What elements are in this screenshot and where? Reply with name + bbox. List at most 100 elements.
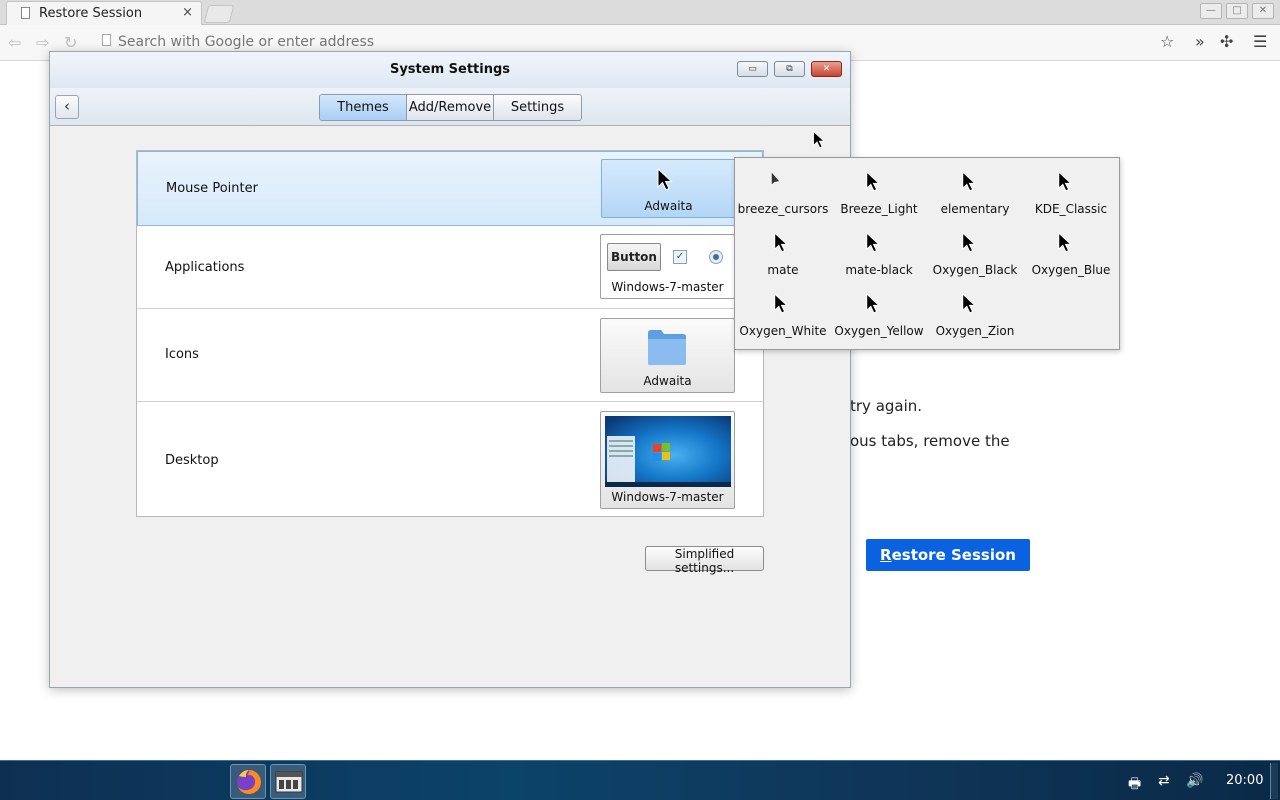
cursor-arrow-icon xyxy=(770,170,781,187)
tab-settings[interactable]: Settings xyxy=(494,95,581,120)
row-mouse-pointer[interactable]: Mouse Pointer Adwaita xyxy=(137,151,763,226)
cursor-arrow-icon xyxy=(962,293,976,314)
mouse-pointer-theme-button[interactable]: Adwaita xyxy=(601,159,736,218)
cursor-arrow-icon xyxy=(1058,232,1072,253)
printer-icon[interactable]: 🖶 xyxy=(1128,773,1141,797)
firefox-icon xyxy=(237,770,261,794)
dialog-title: System Settings xyxy=(389,62,511,77)
system-settings-dialog: System Settings ▭ ⧉ ✕ ‹ Themes Add/Remov… xyxy=(49,51,851,688)
cursor-arrow-icon xyxy=(962,232,976,253)
dialog-toolbar: ‹ Themes Add/Remove Settings xyxy=(50,88,850,126)
cursor-option[interactable]: Oxygen_Black xyxy=(927,219,1023,279)
row-icons[interactable]: Icons Adwaita xyxy=(137,310,763,402)
simplified-settings-button[interactable]: Simplified settings... xyxy=(645,546,764,575)
taskbar: 🖶 ⇄ 🔊 20:00 xyxy=(0,760,1280,800)
cursor-option[interactable]: Breeze_Light xyxy=(831,158,927,218)
new-tab-button[interactable] xyxy=(203,5,235,23)
browser-tab[interactable]: Restore Session × xyxy=(6,1,202,25)
cursor-arrow-icon xyxy=(774,232,788,253)
cursor-option-label: Breeze_Light xyxy=(840,202,918,216)
close-button[interactable]: ✕ xyxy=(811,61,842,77)
cursor-option-label: Oxygen_Blue xyxy=(1031,263,1111,277)
browser-window-controls: — □ ✕ xyxy=(1200,3,1274,19)
theme-name: Adwaita xyxy=(643,374,692,388)
settings-window-icon xyxy=(275,771,303,793)
row-label: Applications xyxy=(165,260,245,275)
cursor-option-label: mate xyxy=(767,263,799,277)
theme-name: Windows-7-master xyxy=(611,280,724,294)
hamburger-menu-icon[interactable]: ☰ xyxy=(1253,32,1267,51)
cursor-option[interactable]: Oxygen_Blue xyxy=(1023,219,1119,279)
tab-add-remove[interactable]: Add/Remove xyxy=(407,95,494,120)
cursor-option-label: mate-black xyxy=(845,263,913,277)
cursor-option-label: Oxygen_Yellow xyxy=(834,324,924,338)
checkbox-icon: ✓ xyxy=(673,250,687,264)
cursor-option[interactable]: Oxygen_Zion xyxy=(927,280,1023,340)
chevron-left-icon: ‹ xyxy=(64,97,70,115)
volume-icon[interactable]: 🔊 xyxy=(1186,773,1203,789)
icons-theme-button[interactable]: Adwaita xyxy=(600,318,735,393)
cursor-option[interactable]: mate xyxy=(735,219,831,279)
row-label: Icons xyxy=(165,347,199,362)
row-applications[interactable]: Applications Button ✓ Windows-7-master xyxy=(137,227,763,309)
cursor-theme-popup: breeze_cursors Breeze_Light elementary K… xyxy=(734,157,1120,350)
tab-themes[interactable]: Themes xyxy=(320,95,407,120)
theme-category-list: Mouse Pointer Adwaita Applications Butto… xyxy=(136,150,764,517)
minimize-button[interactable]: ▭ xyxy=(737,61,768,77)
mouse-cursor-icon xyxy=(813,130,826,149)
maximize-button[interactable]: ⧉ xyxy=(774,61,805,77)
theme-name: Adwaita xyxy=(644,199,693,213)
extensions-puzzle-icon[interactable]: ✣ xyxy=(1220,32,1233,51)
cursor-option-label: breeze_cursors xyxy=(737,202,829,216)
page-text: ous tabs, remove the xyxy=(850,432,1010,450)
cursor-option[interactable]: Oxygen_White xyxy=(735,280,831,340)
cursor-option-label: elementary xyxy=(940,202,1010,216)
restore-session-button[interactable]: Restore Session xyxy=(866,539,1030,571)
overflow-chevron-icon[interactable]: » xyxy=(1195,32,1205,51)
row-desktop[interactable]: Desktop Windows-7-master xyxy=(137,403,763,517)
cursor-arrow-icon xyxy=(1058,171,1072,192)
radio-icon xyxy=(709,250,723,264)
dialog-window-controls: ▭ ⧉ ✕ xyxy=(737,61,842,77)
desktop-theme-button[interactable]: Windows-7-master xyxy=(600,411,735,509)
show-desktop-button[interactable] xyxy=(1270,763,1278,799)
firefox-taskbar-button[interactable] xyxy=(230,764,266,799)
dialog-titlebar[interactable]: System Settings ▭ ⧉ ✕ xyxy=(50,52,850,88)
close-button[interactable]: ✕ xyxy=(1252,3,1274,19)
cursor-option[interactable]: mate-black xyxy=(831,219,927,279)
page-icon xyxy=(21,7,30,19)
cursor-option-label: Oxygen_White xyxy=(739,324,827,338)
applications-theme-button[interactable]: Button ✓ Windows-7-master xyxy=(600,234,735,299)
forward-icon[interactable]: ⇨ xyxy=(36,33,49,52)
network-icon[interactable]: ⇄ xyxy=(1158,773,1170,789)
bookmark-star-icon[interactable]: ☆ xyxy=(1160,32,1174,51)
cursor-arrow-icon xyxy=(866,293,880,314)
url-input[interactable]: Search with Google or enter address xyxy=(118,34,374,50)
clock[interactable]: 20:00 xyxy=(1226,773,1263,788)
tab-title: Restore Session xyxy=(39,6,143,21)
row-label: Mouse Pointer xyxy=(166,181,258,196)
back-button[interactable]: ‹ xyxy=(55,95,79,119)
preview-button: Button xyxy=(607,243,661,271)
maximize-button[interactable]: □ xyxy=(1226,3,1248,19)
system-settings-taskbar-button[interactable] xyxy=(270,764,306,799)
cursor-option[interactable]: breeze_cursors xyxy=(735,158,831,218)
close-tab-icon[interactable]: × xyxy=(182,5,193,20)
cursor-option[interactable]: elementary xyxy=(927,158,1023,218)
cursor-option-label: KDE_Classic xyxy=(1034,202,1108,216)
cursor-option-label: Oxygen_Black xyxy=(932,263,1018,277)
cursor-arrow-icon xyxy=(774,293,788,314)
page-text: try again. xyxy=(850,397,923,415)
cursor-arrow-icon xyxy=(657,168,673,191)
folder-icon xyxy=(648,330,686,365)
browser-tab-bar: Restore Session × — □ ✕ xyxy=(0,0,1280,25)
cursor-option[interactable]: Oxygen_Yellow xyxy=(831,280,927,340)
reload-icon[interactable]: ↻ xyxy=(64,33,77,52)
minimize-button[interactable]: — xyxy=(1200,3,1222,19)
back-icon[interactable]: ⇦ xyxy=(8,33,21,52)
cursor-option[interactable]: KDE_Classic xyxy=(1023,158,1119,218)
tab-group: Themes Add/Remove Settings xyxy=(319,94,582,121)
desktop-wallpaper-preview xyxy=(605,416,731,487)
cursor-option-label: Oxygen_Zion xyxy=(935,324,1015,338)
theme-name: Windows-7-master xyxy=(611,490,724,504)
